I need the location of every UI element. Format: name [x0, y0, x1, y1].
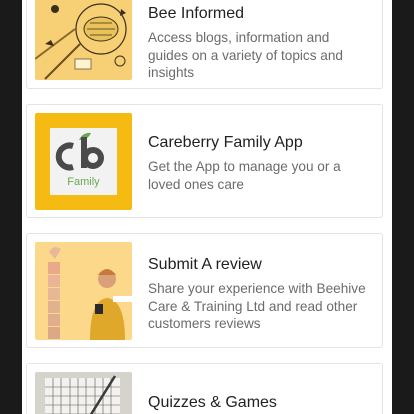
card-bee-informed[interactable]: Bee Informed Access blogs, information a… [26, 0, 383, 89]
careberry-logo-text: Family [67, 176, 100, 188]
card-description: Share your experience with Beehive Care … [148, 281, 366, 331]
card-title: Quizzes & Games [148, 394, 277, 411]
card-title: Careberry Family App [148, 134, 303, 151]
card-quizzes-games[interactable]: Quizzes & Games [26, 363, 383, 414]
content-panel: Bee Informed Access blogs, information a… [22, 0, 392, 414]
card-careberry-family-app[interactable]: Family Careberry Family App Get the App … [26, 104, 383, 218]
quizzes-thumbnail [35, 372, 132, 414]
card-title: Bee Informed [148, 5, 245, 22]
review-thumbnail [35, 242, 132, 340]
card-description: Get the App to manage you or a loved one… [148, 159, 341, 192]
card-title: Submit A review [148, 256, 262, 273]
card-description: Access blogs, information and guides on … [148, 30, 343, 80]
card-submit-review[interactable]: Submit A review Share your experience wi… [26, 233, 383, 348]
bee-informed-thumbnail [35, 0, 132, 80]
careberry-app-thumbnail: Family [35, 113, 132, 210]
